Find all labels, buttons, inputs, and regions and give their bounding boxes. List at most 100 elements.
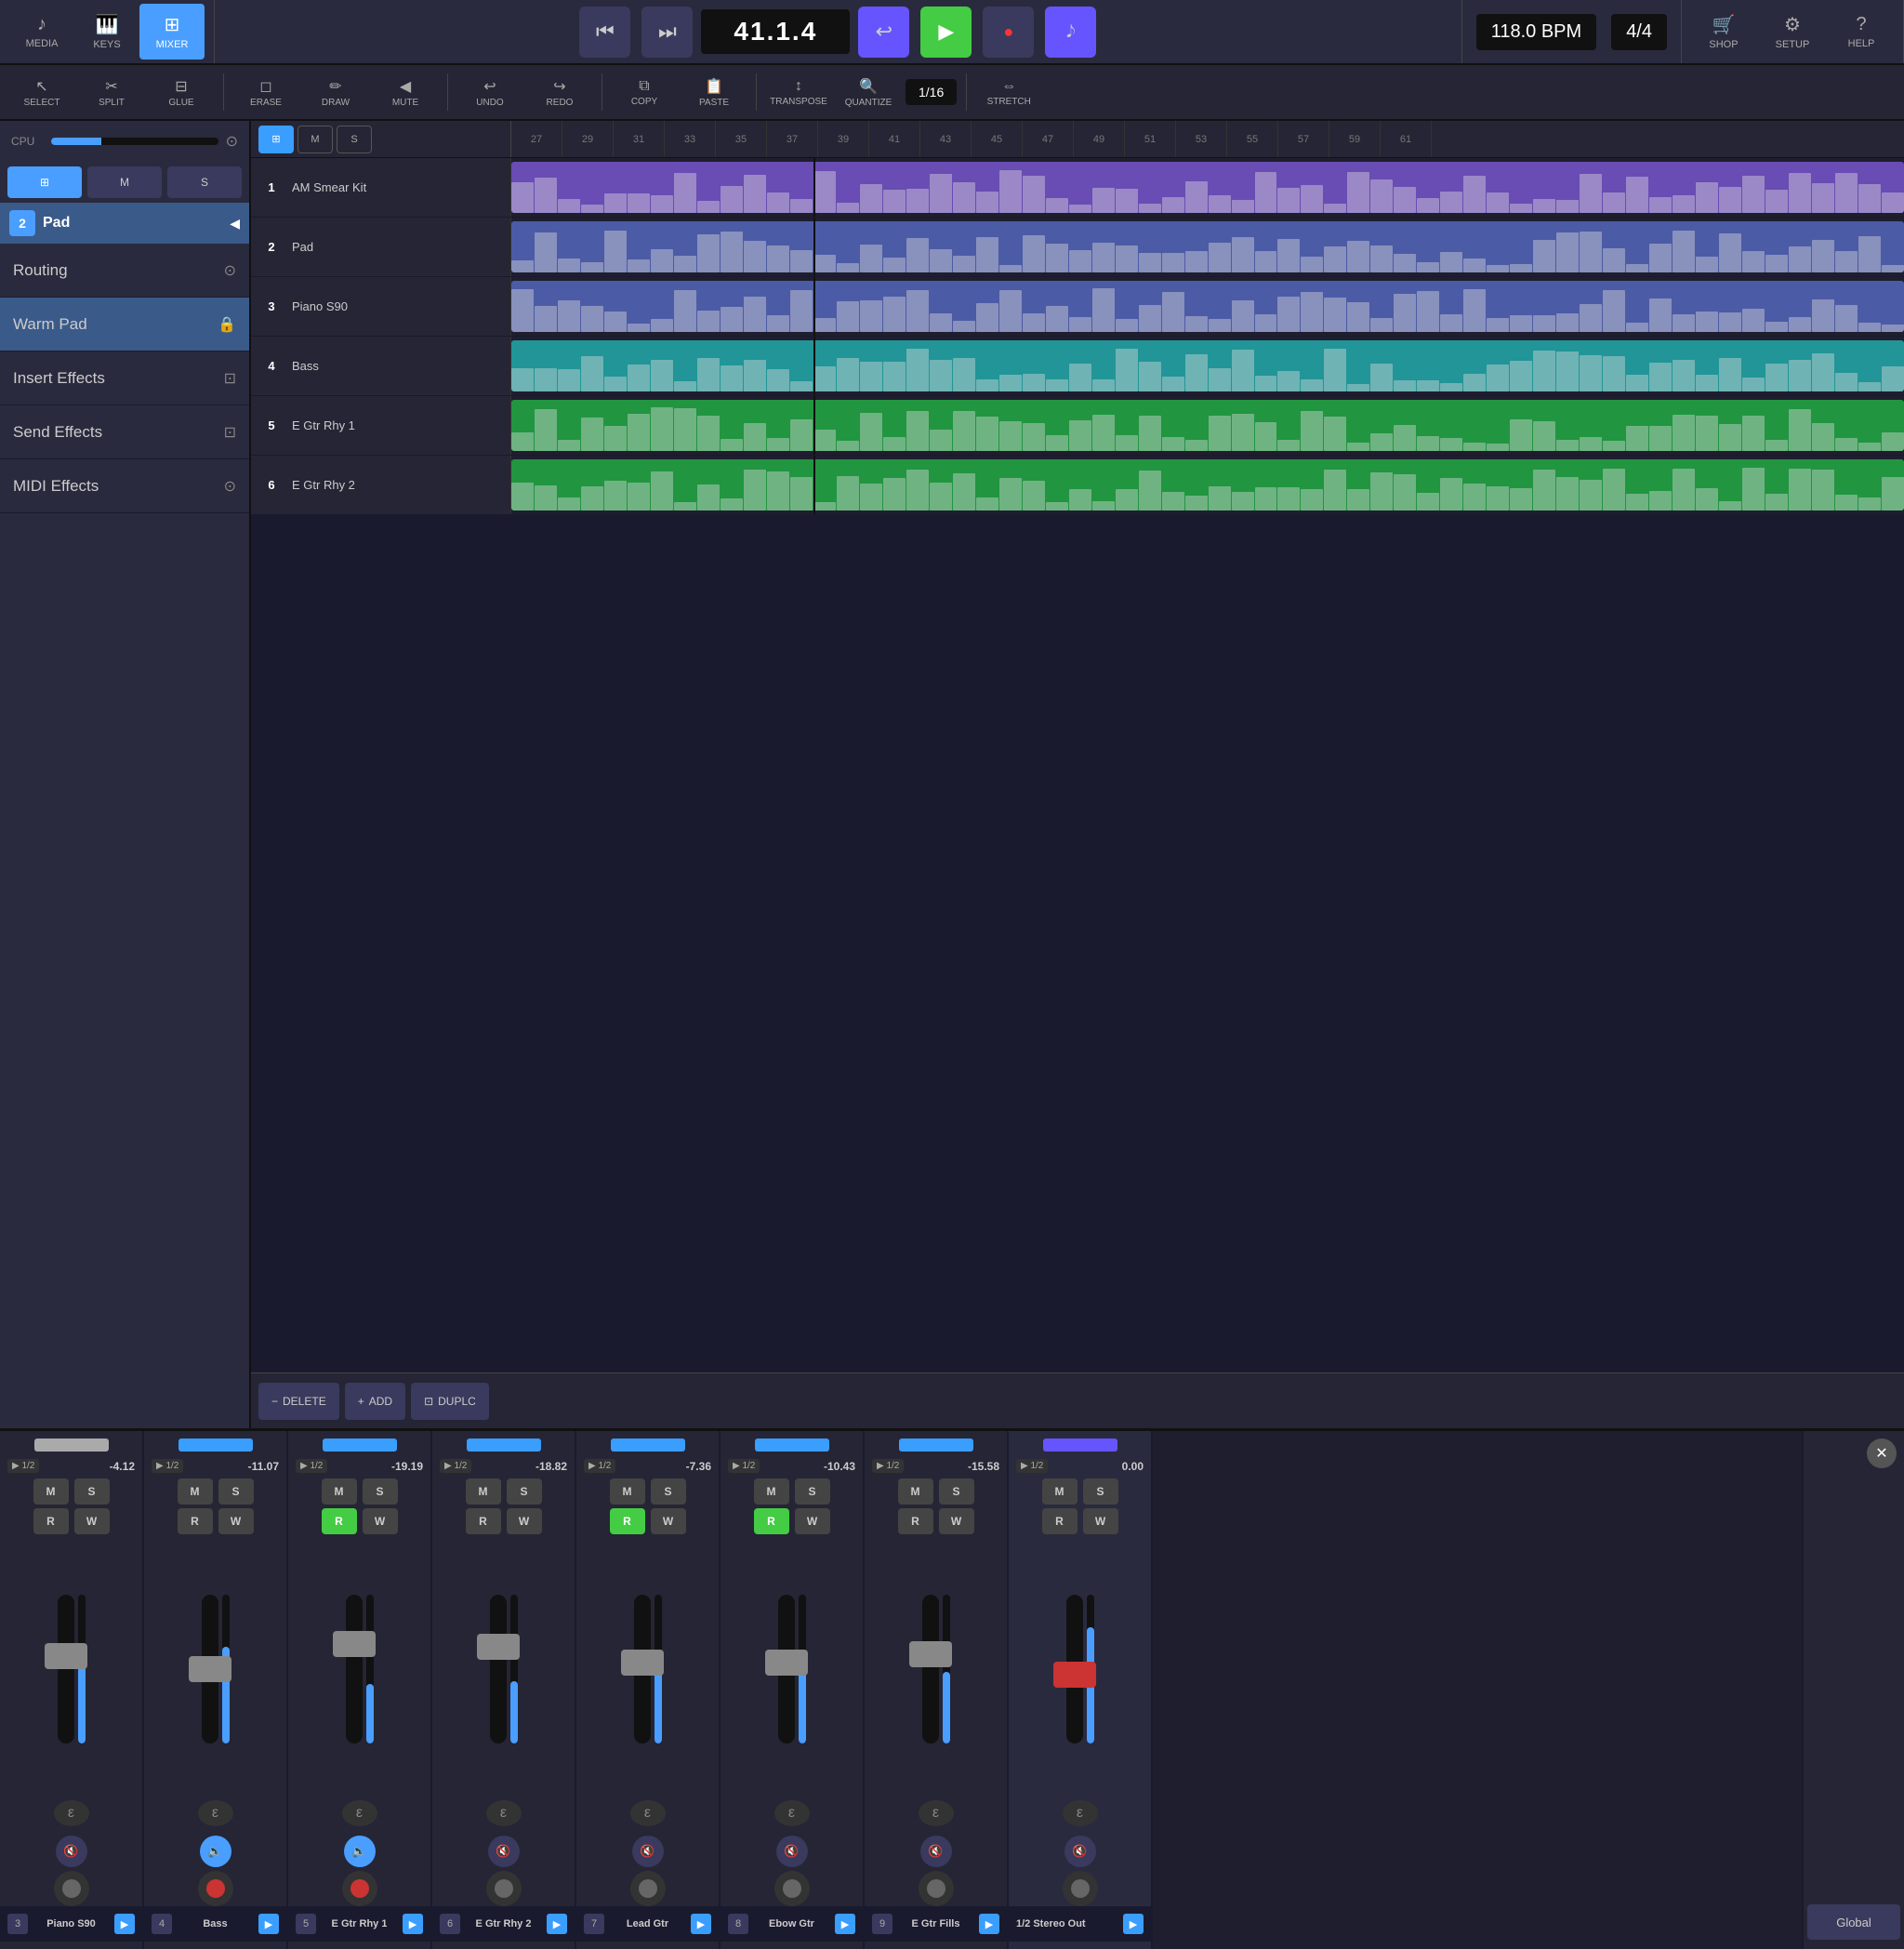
- select-tool[interactable]: ↖ SELECT: [9, 68, 74, 116]
- record-arm-button[interactable]: [630, 1871, 666, 1906]
- monitor-button[interactable]: 🔇: [632, 1836, 664, 1867]
- solo-button[interactable]: S: [363, 1478, 398, 1505]
- read-button[interactable]: R: [754, 1508, 789, 1534]
- channel-play-button[interactable]: ▶: [547, 1914, 567, 1934]
- read-button[interactable]: R: [1042, 1508, 1078, 1534]
- fader-track[interactable]: [634, 1595, 651, 1743]
- write-button[interactable]: W: [939, 1508, 974, 1534]
- loop-button[interactable]: ↩: [858, 7, 909, 58]
- monitor-button[interactable]: 🔇: [776, 1836, 808, 1867]
- channel-play-button[interactable]: ▶: [258, 1914, 279, 1934]
- duplicate-button[interactable]: ⊡ DUPLC: [411, 1383, 489, 1420]
- write-button[interactable]: W: [363, 1508, 398, 1534]
- media-button[interactable]: ♪ MEDIA: [9, 4, 74, 60]
- redo-button[interactable]: ↪ REDO: [527, 68, 592, 116]
- channel-io-button[interactable]: ▶ 1/2: [7, 1459, 39, 1473]
- track-clip[interactable]: [511, 281, 1904, 332]
- fader-track[interactable]: [346, 1595, 363, 1743]
- fader-track[interactable]: [922, 1595, 939, 1743]
- eq-button[interactable]: ε: [630, 1800, 666, 1826]
- read-button[interactable]: R: [466, 1508, 501, 1534]
- mute-button[interactable]: M: [33, 1478, 69, 1505]
- fader-track[interactable]: [778, 1595, 795, 1743]
- fader-handle[interactable]: [477, 1634, 520, 1660]
- eq-button[interactable]: ε: [342, 1800, 377, 1826]
- fader-handle[interactable]: [1053, 1662, 1096, 1688]
- delete-button[interactable]: − DELETE: [258, 1383, 339, 1420]
- read-button[interactable]: R: [898, 1508, 933, 1534]
- mute-mode-button[interactable]: M: [87, 166, 162, 198]
- record-arm-button[interactable]: [774, 1871, 810, 1906]
- help-button[interactable]: ? HELP: [1829, 4, 1894, 60]
- fader-track[interactable]: [490, 1595, 507, 1743]
- record-button[interactable]: ●: [983, 7, 1034, 58]
- eq-button[interactable]: ε: [198, 1800, 233, 1826]
- track-clip[interactable]: [511, 162, 1904, 213]
- read-button[interactable]: R: [322, 1508, 357, 1534]
- mute-tool[interactable]: ◀ MUTE: [373, 68, 438, 116]
- fader-handle[interactable]: [909, 1641, 952, 1667]
- track-clip[interactable]: [511, 221, 1904, 272]
- channel-play-button[interactable]: ▶: [114, 1914, 135, 1934]
- track-clip[interactable]: [511, 400, 1904, 451]
- fader-track[interactable]: [1066, 1595, 1083, 1743]
- transpose-button[interactable]: ↕ TRANSPOSE: [766, 68, 831, 116]
- track-m-button[interactable]: M: [298, 126, 333, 153]
- prev-marker-button[interactable]: ⏭: [641, 7, 693, 58]
- read-button[interactable]: R: [178, 1508, 213, 1534]
- eq-button[interactable]: ε: [54, 1800, 89, 1826]
- track-clips[interactable]: [511, 218, 1904, 276]
- write-button[interactable]: W: [795, 1508, 830, 1534]
- quantize-button[interactable]: 🔍 QUANTIZE: [836, 68, 901, 116]
- stretch-button[interactable]: ⇔ STRETCH: [976, 68, 1041, 116]
- mute-button[interactable]: M: [466, 1478, 501, 1505]
- record-arm-button[interactable]: [919, 1871, 954, 1906]
- metronome-button[interactable]: 𝅘𝅥𝅮: [1045, 7, 1096, 58]
- mixer-close-button[interactable]: ✕: [1867, 1439, 1897, 1468]
- play-button[interactable]: ▶: [920, 7, 972, 58]
- solo-button[interactable]: S: [507, 1478, 542, 1505]
- record-arm-button[interactable]: [198, 1871, 233, 1906]
- read-button[interactable]: R: [610, 1508, 645, 1534]
- write-button[interactable]: W: [507, 1508, 542, 1534]
- write-button[interactable]: W: [218, 1508, 254, 1534]
- channel-play-button[interactable]: ▶: [979, 1914, 999, 1934]
- send-effects-section[interactable]: Send Effects ⊡: [0, 405, 249, 459]
- track-s-button[interactable]: S: [337, 126, 372, 153]
- midi-effects-section[interactable]: MIDI Effects ⊙: [0, 459, 249, 513]
- eq-button[interactable]: ε: [919, 1800, 954, 1826]
- warm-pad-section[interactable]: Warm Pad 🔒: [0, 298, 249, 351]
- channel-io-button[interactable]: ▶ 1/2: [296, 1459, 327, 1473]
- record-arm-button[interactable]: [486, 1871, 522, 1906]
- rewind-to-start-button[interactable]: ⏮: [579, 7, 630, 58]
- mute-button[interactable]: M: [610, 1478, 645, 1505]
- eq-button[interactable]: ε: [774, 1800, 810, 1826]
- track-clips[interactable]: [511, 337, 1904, 395]
- track-clips[interactable]: [511, 456, 1904, 514]
- mute-button[interactable]: M: [898, 1478, 933, 1505]
- fader-handle[interactable]: [621, 1650, 664, 1676]
- track-clips[interactable]: [511, 396, 1904, 455]
- fader-handle[interactable]: [45, 1643, 87, 1669]
- keys-button[interactable]: 🎹 KEYS: [74, 4, 139, 60]
- solo-button[interactable]: S: [651, 1478, 686, 1505]
- mute-button[interactable]: M: [1042, 1478, 1078, 1505]
- monitor-button[interactable]: 🔈: [200, 1836, 231, 1867]
- shop-button[interactable]: 🛒 SHOP: [1691, 4, 1756, 60]
- global-button[interactable]: Global: [1807, 1904, 1900, 1940]
- solo-button[interactable]: S: [74, 1478, 110, 1505]
- monitor-button[interactable]: 🔇: [1064, 1836, 1096, 1867]
- erase-tool[interactable]: ◻ ERASE: [233, 68, 298, 116]
- channel-io-button[interactable]: ▶ 1/2: [728, 1459, 760, 1473]
- channel-play-button[interactable]: ▶: [403, 1914, 423, 1934]
- setup-button[interactable]: ⚙ SETUP: [1760, 4, 1825, 60]
- arrange-mode-button[interactable]: ⊞: [7, 166, 82, 198]
- eq-button[interactable]: ε: [1063, 1800, 1098, 1826]
- channel-io-button[interactable]: ▶ 1/2: [584, 1459, 615, 1473]
- fader-handle[interactable]: [189, 1656, 231, 1682]
- fader-track[interactable]: [58, 1595, 74, 1743]
- solo-button[interactable]: S: [795, 1478, 830, 1505]
- channel-play-button[interactable]: ▶: [691, 1914, 711, 1934]
- write-button[interactable]: W: [1083, 1508, 1118, 1534]
- mute-button[interactable]: M: [322, 1478, 357, 1505]
